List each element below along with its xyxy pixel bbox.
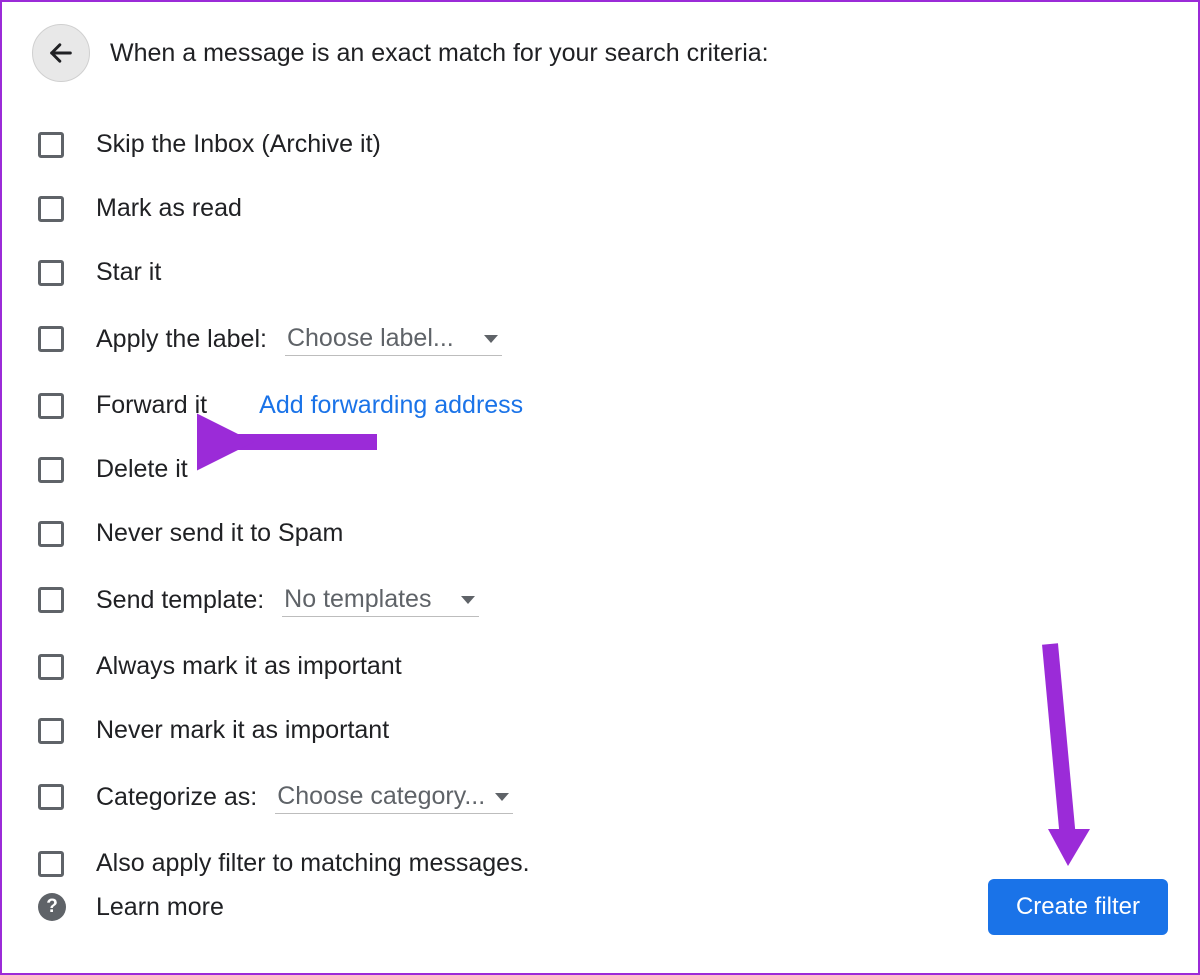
option-send-template: Send template: No templates (38, 583, 1168, 617)
label-also-apply: Also apply filter to matching messages. (96, 849, 530, 878)
select-category-value: Choose category... (277, 782, 485, 811)
filter-prompt-text: When a message is an exact match for you… (110, 39, 769, 68)
option-delete: Delete it (38, 455, 1168, 484)
option-never-important: Never mark it as important (38, 716, 1168, 745)
checkbox-never-spam[interactable] (38, 521, 64, 547)
checkbox-star[interactable] (38, 260, 64, 286)
create-filter-button[interactable]: Create filter (988, 879, 1168, 935)
arrow-left-icon (47, 39, 75, 67)
select-category[interactable]: Choose category... (275, 780, 513, 814)
option-skip-inbox: Skip the Inbox (Archive it) (38, 130, 1168, 159)
checkbox-apply-label[interactable] (38, 326, 64, 352)
checkbox-send-template[interactable] (38, 587, 64, 613)
checkbox-also-apply[interactable] (38, 851, 64, 877)
option-also-apply: Also apply filter to matching messages. (38, 849, 1168, 878)
chevron-down-icon (461, 596, 475, 604)
select-label[interactable]: Choose label... (285, 322, 502, 356)
label-star: Star it (96, 258, 161, 287)
label-skip-inbox: Skip the Inbox (Archive it) (96, 130, 381, 159)
add-forwarding-link[interactable]: Add forwarding address (259, 391, 523, 420)
label-apply-label: Apply the label: (96, 325, 267, 354)
checkbox-delete[interactable] (38, 457, 64, 483)
help-icon[interactable]: ? (38, 893, 66, 921)
chevron-down-icon (495, 793, 509, 801)
learn-more-link[interactable]: Learn more (96, 893, 224, 922)
option-never-spam: Never send it to Spam (38, 519, 1168, 548)
option-forward: Forward it Add forwarding address (38, 391, 1168, 420)
select-label-value: Choose label... (287, 324, 454, 353)
checkbox-never-important[interactable] (38, 718, 64, 744)
back-button[interactable] (32, 24, 90, 82)
label-never-important: Never mark it as important (96, 716, 389, 745)
label-always-important: Always mark it as important (96, 652, 402, 681)
checkbox-mark-read[interactable] (38, 196, 64, 222)
option-star: Star it (38, 258, 1168, 287)
checkbox-always-important[interactable] (38, 654, 64, 680)
checkbox-forward[interactable] (38, 393, 64, 419)
select-template[interactable]: No templates (282, 583, 479, 617)
option-categorize: Categorize as: Choose category... (38, 780, 1168, 814)
label-forward: Forward it (96, 391, 207, 420)
label-categorize: Categorize as: (96, 783, 257, 812)
label-never-spam: Never send it to Spam (96, 519, 343, 548)
checkbox-skip-inbox[interactable] (38, 132, 64, 158)
option-mark-read: Mark as read (38, 194, 1168, 223)
option-apply-label: Apply the label: Choose label... (38, 322, 1168, 356)
option-always-important: Always mark it as important (38, 652, 1168, 681)
label-send-template: Send template: (96, 586, 264, 615)
select-template-value: No templates (284, 585, 431, 614)
label-delete: Delete it (96, 455, 188, 484)
checkbox-categorize[interactable] (38, 784, 64, 810)
label-mark-read: Mark as read (96, 194, 242, 223)
chevron-down-icon (484, 335, 498, 343)
